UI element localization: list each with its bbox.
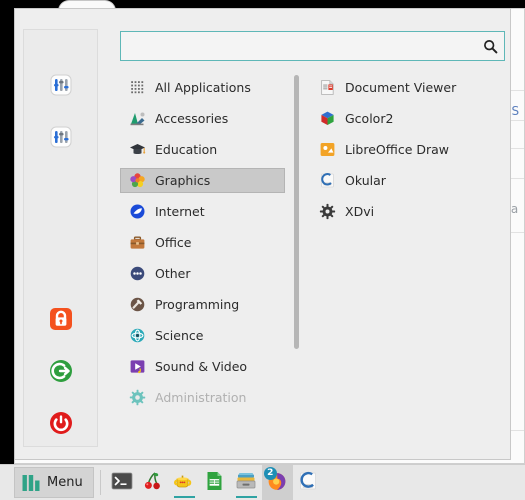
category-item-label: All Applications <box>155 80 251 95</box>
graphics-pinwheel-icon <box>129 172 146 189</box>
category-item-label: Graphics <box>155 173 211 188</box>
okular-icon <box>319 172 336 189</box>
gcolor2-cube-icon <box>319 110 336 127</box>
science-atom-icon <box>129 327 146 344</box>
taskbar-item-cherrytree[interactable] <box>138 465 169 500</box>
application-item-xdvi[interactable]: XDvi <box>315 199 500 224</box>
category-item-sound-video[interactable]: Sound & Video <box>120 354 285 379</box>
category-item-label: Office <box>155 235 192 250</box>
application-item-libreoffice-draw[interactable]: LibreOffice Draw <box>315 137 500 162</box>
taskbar-separator <box>99 470 101 495</box>
category-item-office[interactable]: Office <box>120 230 285 255</box>
category-item-graphics[interactable]: Graphics <box>120 168 285 193</box>
category-scrollbar[interactable] <box>294 75 299 349</box>
taskbar-item-firefox[interactable]: 2 <box>261 465 293 500</box>
file-cabinet-icon <box>235 470 257 496</box>
application-list[interactable]: Document Viewer Gcolor2 LibreOffice Draw Ok… <box>315 75 500 439</box>
taskbar[interactable]: Menu 2 <box>0 464 525 500</box>
category-item-label: Other <box>155 266 191 281</box>
menu-side-rail <box>23 29 98 447</box>
administration-gear-icon <box>129 389 146 406</box>
category-list[interactable]: All Applications Accessories Education Grap… <box>120 75 285 439</box>
briefcase-icon <box>129 234 146 251</box>
category-item-other[interactable]: Other <box>120 261 285 286</box>
category-item-label: Programming <box>155 297 240 312</box>
lock-screen-button[interactable] <box>44 302 78 336</box>
category-item-administration[interactable]: Administration <box>120 385 285 410</box>
menu-button[interactable]: Menu <box>14 467 94 498</box>
taskbar-item-okular[interactable] <box>293 465 324 500</box>
menu-button-label: Menu <box>47 475 83 490</box>
application-item-label: XDvi <box>345 204 375 219</box>
other-dots-icon <box>129 265 146 282</box>
lock-icon <box>49 308 72 330</box>
category-item-accessories[interactable]: Accessories <box>120 106 285 131</box>
logout-button[interactable] <box>44 354 78 388</box>
teapot-icon <box>173 470 195 496</box>
manjaro-logo-icon <box>22 474 40 491</box>
preferences-sliders-icon <box>50 126 71 148</box>
search-bar[interactable] <box>120 31 505 61</box>
okular-icon <box>297 470 319 496</box>
grid-dots-icon <box>129 79 146 96</box>
desktop: JS ra All Applications Accessories Educa… <box>0 0 525 500</box>
application-item-okular[interactable]: Okular <box>315 168 500 193</box>
taskbar-item-teapot-app[interactable] <box>169 465 200 500</box>
search-input[interactable] <box>121 32 476 60</box>
taskbar-launchers[interactable]: 2 <box>107 465 324 500</box>
document-viewer-icon <box>319 79 336 96</box>
power-icon <box>49 412 72 434</box>
category-item-label: Education <box>155 142 218 157</box>
application-item-document-viewer[interactable]: Document Viewer <box>315 75 500 100</box>
category-item-education[interactable]: Education <box>120 137 285 162</box>
application-item-label: Document Viewer <box>345 80 457 95</box>
shutdown-button[interactable] <box>44 406 78 440</box>
cherries-icon <box>142 470 164 496</box>
application-item-label: Gcolor2 <box>345 111 394 126</box>
graduation-cap-icon <box>129 141 146 158</box>
category-item-all-applications[interactable]: All Applications <box>120 75 285 100</box>
accessories-icon <box>129 110 146 127</box>
category-item-label: Administration <box>155 390 247 405</box>
category-item-label: Sound & Video <box>155 359 248 374</box>
application-menu[interactable]: All Applications Accessories Education Grap… <box>14 8 511 460</box>
libreoffice-draw-icon <box>319 141 336 158</box>
category-item-label: Science <box>155 328 204 343</box>
taskbar-item-file-manager[interactable] <box>231 465 262 500</box>
search-icon[interactable] <box>476 39 504 54</box>
preferences-icon-1[interactable] <box>44 68 78 102</box>
preferences-sliders-icon <box>50 74 71 96</box>
internet-globe-icon <box>129 203 146 220</box>
terminal-icon <box>111 470 133 496</box>
category-item-programming[interactable]: Programming <box>120 292 285 317</box>
preferences-icon-2[interactable] <box>44 120 78 154</box>
hammer-icon <box>129 296 146 313</box>
taskbar-badge: 2 <box>263 467 277 480</box>
application-item-label: Okular <box>345 173 386 188</box>
taskbar-item-terminal[interactable] <box>107 465 138 500</box>
category-item-label: Accessories <box>155 111 229 126</box>
taskbar-item-gnumeric[interactable] <box>200 465 231 500</box>
xdvi-gear-icon <box>319 203 336 220</box>
application-item-gcolor2[interactable]: Gcolor2 <box>315 106 500 131</box>
category-item-label: Internet <box>155 204 205 219</box>
category-item-internet[interactable]: Internet <box>120 199 285 224</box>
spreadsheet-icon <box>204 470 226 496</box>
category-item-science[interactable]: Science <box>120 323 285 348</box>
application-item-label: LibreOffice Draw <box>345 142 450 157</box>
sound-video-icon <box>129 358 146 375</box>
logout-arrow-icon <box>49 360 72 382</box>
